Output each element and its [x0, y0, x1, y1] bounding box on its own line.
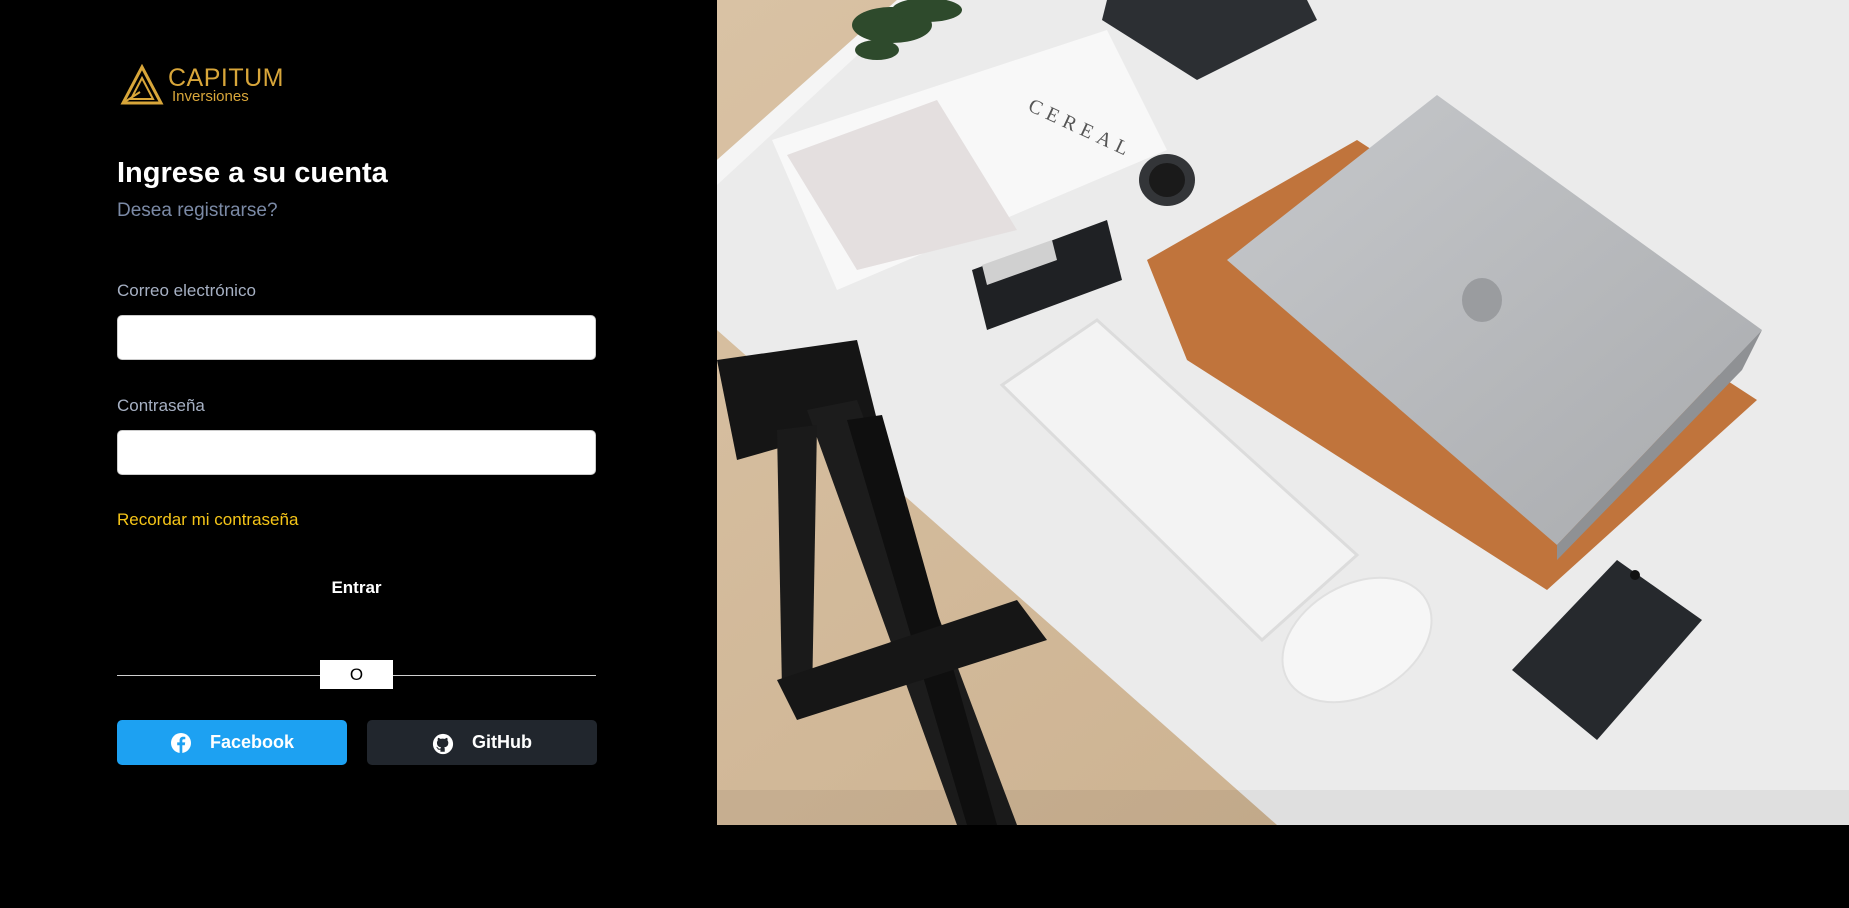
facebook-icon	[170, 732, 192, 754]
divider-label: O	[320, 660, 393, 689]
email-label: Correo electrónico	[117, 281, 256, 300]
login-panel: CAPITUM Inversiones Ingrese a su cuenta …	[0, 0, 717, 908]
github-login-button[interactable]: GitHub	[367, 720, 597, 765]
email-field[interactable]	[117, 315, 596, 360]
desk-photo: CEREAL	[717, 0, 1849, 825]
register-link[interactable]: Desea registrarse?	[117, 198, 278, 224]
facebook-login-button[interactable]: Facebook	[117, 720, 347, 765]
github-icon	[432, 732, 454, 754]
triangle-logo-icon	[120, 64, 164, 105]
password-field[interactable]	[117, 430, 596, 475]
password-label: Contraseña	[117, 396, 205, 415]
github-label: GitHub	[472, 732, 532, 752]
brand-subtitle: Inversiones	[172, 88, 249, 105]
submit-button[interactable]: Entrar	[117, 574, 596, 602]
page-title: Ingrese a su cuenta	[117, 157, 388, 189]
facebook-label: Facebook	[209, 732, 295, 752]
hero-image: CEREAL	[717, 0, 1849, 825]
brand-logo: CAPITUM Inversiones	[120, 62, 300, 108]
remember-password-link[interactable]: Recordar mi contraseña	[117, 509, 298, 531]
